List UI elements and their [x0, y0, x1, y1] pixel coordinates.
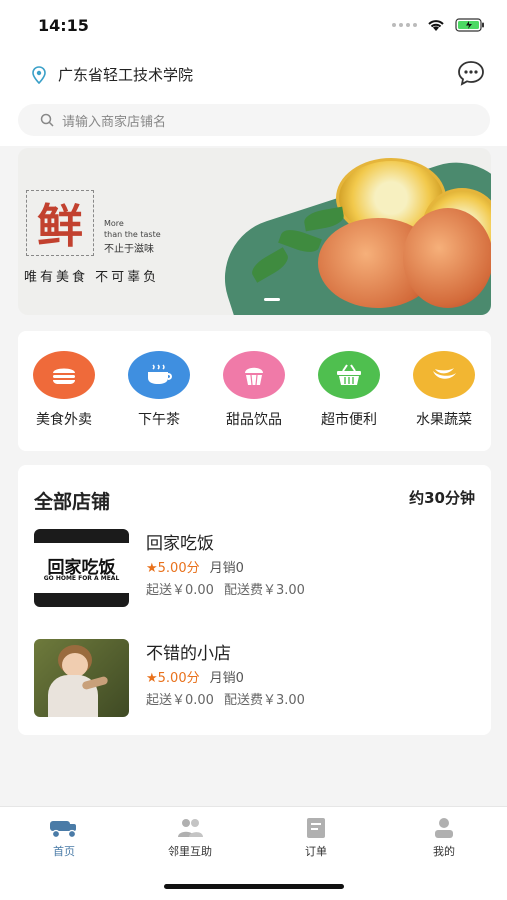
tab-label: 订单	[305, 845, 327, 858]
category-label: 水果蔬菜	[416, 412, 472, 428]
shrimp-graphic	[403, 208, 491, 308]
category-label: 超市便利	[321, 412, 377, 428]
thumb-subtitle: GO HOME FOR A MEAL	[43, 575, 120, 582]
store-fees: 起送￥0.00 配送费￥3.00	[146, 689, 305, 708]
store-meta: ★5.00分 月销0	[146, 667, 244, 686]
banner-en-line2: than the taste	[104, 230, 161, 239]
store-sales: 月销0	[209, 671, 244, 686]
store-meta: ★5.00分 月销0	[146, 557, 244, 576]
store-thumbnail: 回家吃饭 GO HOME FOR A MEAL	[34, 529, 129, 607]
burger-icon	[33, 351, 95, 399]
store-name: 回家吃饭	[146, 534, 214, 554]
store-name: 不错的小店	[146, 644, 231, 664]
stores-section: 全部店铺 约30分钟 回家吃饭 GO HOME FOR A MEAL 回家吃饭 …	[18, 465, 491, 735]
delivery-fee: 配送费￥3.00	[223, 583, 305, 598]
status-bar: 14:15	[0, 0, 507, 50]
tab-label: 我的	[433, 845, 455, 858]
store-fees: 起送￥0.00 配送费￥3.00	[146, 579, 305, 598]
min-order: 起送￥0.00	[146, 693, 214, 708]
delivery-fee: 配送费￥3.00	[223, 693, 305, 708]
category-fruits-vegetables[interactable]: 水果蔬菜	[404, 351, 484, 429]
category-label: 美食外卖	[36, 412, 92, 428]
promo-banner[interactable]: 鲜 More than the taste 不止于滋味 唯有美食 不可辜负	[18, 148, 491, 315]
order-icon	[307, 818, 325, 838]
tab-label: 邻里互助	[168, 845, 212, 858]
tab-neighbor-help[interactable]: 邻里互助	[150, 817, 230, 859]
search-input[interactable]: 请输入商家店铺名	[18, 104, 490, 136]
user-icon	[435, 818, 453, 838]
category-food-delivery[interactable]: 美食外卖	[24, 351, 104, 429]
category-label: 甜品饮品	[226, 412, 282, 428]
location-text: 广东省轻工技术学院	[58, 66, 194, 84]
people-icon	[178, 819, 203, 837]
tab-label: 首页	[53, 845, 75, 858]
banner-big-char: 鲜	[37, 199, 83, 253]
banner-pagination	[264, 298, 280, 301]
wifi-icon	[428, 19, 444, 31]
store-rating: ★5.00分	[146, 671, 200, 686]
header: 广东省轻工技术学院	[0, 50, 507, 102]
cupcake-icon	[223, 351, 285, 399]
min-order: 起送￥0.00	[146, 583, 214, 598]
status-time: 14:15	[38, 16, 89, 35]
store-sales: 月销0	[209, 561, 244, 576]
signal-icon	[392, 23, 417, 27]
store-card[interactable]: 回家吃饭 GO HOME FOR A MEAL 回家吃饭 ★5.00分 月销0 …	[34, 529, 474, 609]
banner-subtitle: 不止于滋味	[104, 244, 154, 255]
category-grid: 美食外卖 下午茶 甜品饮品 超市便利 水果蔬菜	[18, 331, 491, 451]
shopping-basket-icon	[318, 351, 380, 399]
banner-en-line1: More	[104, 219, 124, 228]
message-icon[interactable]	[457, 60, 485, 86]
store-thumbnail	[34, 639, 129, 717]
delivery-time: 约30分钟	[409, 489, 475, 507]
search-icon	[40, 113, 54, 127]
stores-title: 全部店铺	[34, 491, 111, 513]
tab-orders[interactable]: 订单	[276, 817, 356, 859]
banner-slogan: 唯有美食 不可辜负	[24, 270, 160, 285]
location-selector[interactable]: 广东省轻工技术学院	[32, 64, 193, 85]
search-placeholder: 请输入商家店铺名	[62, 114, 167, 130]
home-icon	[50, 821, 77, 839]
store-rating: ★5.00分	[146, 561, 200, 576]
category-afternoon-tea[interactable]: 下午茶	[119, 351, 199, 429]
tab-home[interactable]: 首页	[24, 817, 104, 859]
search-bar-container: 请输入商家店铺名	[0, 102, 507, 146]
category-desserts-drinks[interactable]: 甜品饮品	[214, 351, 294, 429]
store-card[interactable]: 不错的小店 ★5.00分 月销0 起送￥0.00 配送费￥3.00	[34, 639, 474, 719]
category-label: 下午茶	[138, 412, 180, 428]
banner-char-box: 鲜	[26, 190, 94, 256]
banana-icon	[413, 351, 475, 399]
coffee-cup-icon	[128, 351, 190, 399]
location-pin-icon	[32, 65, 46, 84]
battery-icon	[455, 18, 484, 32]
status-icons	[392, 18, 485, 32]
home-indicator	[164, 884, 344, 889]
category-supermarket[interactable]: 超市便利	[309, 351, 389, 429]
banner-english: More than the taste	[104, 218, 161, 240]
tab-profile[interactable]: 我的	[404, 817, 484, 859]
